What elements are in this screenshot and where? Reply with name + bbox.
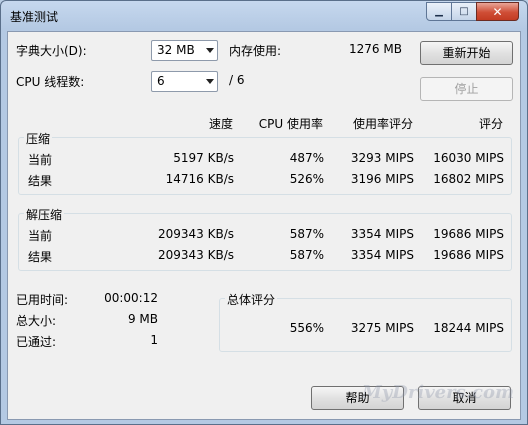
cpu-threads-value: 6 [157, 74, 165, 88]
benchmark-window: 基准测试 ▁ □ ✕ 字典大小(D): 32 MB 内存使用: 1276 MB … [0, 0, 528, 425]
passes-value: 1 [150, 333, 158, 347]
dict-size-select[interactable]: 32 MB [151, 40, 218, 61]
elapsed-time-value: 00:00:12 [104, 291, 158, 305]
window-controls: ▁ □ ✕ [426, 2, 519, 21]
compress-group: 压缩 当前 5197 KB/s 487% 3293 MIPS 16030 MIP… [18, 130, 512, 195]
chevron-down-icon [206, 48, 214, 53]
rating-value: 19686 MIPS [433, 227, 504, 241]
usage-rating-value: 3354 MIPS [350, 248, 414, 262]
decompress-title: 解压缩 [24, 206, 65, 223]
col-usage-rating: 使用率评分 [352, 117, 413, 131]
maximize-button[interactable]: □ [451, 2, 477, 21]
rating-value: 19686 MIPS [433, 248, 504, 262]
minimize-button[interactable]: ▁ [426, 2, 452, 21]
elapsed-time-label: 已用时间: [16, 293, 69, 307]
col-rating: 评分 [478, 117, 503, 131]
dict-size-label: 字典大小(D): [16, 44, 87, 58]
col-speed: 速度 [208, 117, 233, 131]
row-label: 结果 [28, 174, 53, 188]
close-icon: ✕ [492, 4, 503, 19]
cpu-threads-total: / 6 [229, 73, 245, 87]
speed-value: 5197 KB/s [173, 151, 234, 165]
total-size-value: 9 MB [127, 312, 158, 326]
total-usage-rating-value: 3275 MIPS [350, 321, 414, 335]
row-label: 当前 [28, 229, 53, 243]
total-rating-group: 总体评分 556% 3275 MIPS 18244 MIPS [219, 291, 512, 352]
dict-size-value: 32 MB [157, 43, 195, 57]
rating-value: 16802 MIPS [433, 172, 504, 186]
passes-label: 已通过: [16, 335, 57, 349]
title-bar[interactable]: 基准测试 ▁ □ ✕ [1, 1, 527, 31]
cpu-usage-value: 587% [289, 248, 324, 262]
memory-usage-label: 内存使用: [229, 44, 282, 58]
speed-value: 209343 KB/s [157, 248, 234, 262]
speed-value: 14716 KB/s [165, 172, 234, 186]
cpu-usage-value: 487% [289, 151, 324, 165]
usage-rating-value: 3293 MIPS [350, 151, 414, 165]
usage-rating-value: 3354 MIPS [350, 227, 414, 241]
total-rating-value: 18244 MIPS [433, 321, 504, 335]
maximize-icon: □ [459, 6, 469, 17]
watermark-logo: MyDrivers.com [361, 382, 514, 403]
window-title: 基准测试 [10, 10, 59, 24]
decompress-group: 解压缩 当前 209343 KB/s 587% 3354 MIPS 19686 … [18, 206, 512, 271]
cpu-threads-label: CPU 线程数: [16, 75, 85, 89]
cpu-threads-select[interactable]: 6 [151, 71, 218, 92]
memory-usage-value: 1276 MB [349, 42, 402, 56]
minimize-icon: ▁ [435, 6, 443, 17]
rating-value: 16030 MIPS [433, 151, 504, 165]
chevron-down-icon [206, 79, 214, 84]
cpu-usage-value: 526% [289, 172, 324, 186]
total-cpu-usage-value: 556% [289, 321, 324, 335]
dialog-body: 字典大小(D): 32 MB 内存使用: 1276 MB CPU 线程数: 6 … [7, 31, 521, 420]
total-size-label: 总大小: [16, 314, 57, 328]
row-label: 当前 [28, 153, 53, 167]
cpu-usage-value: 587% [289, 227, 324, 241]
speed-value: 209343 KB/s [157, 227, 234, 241]
stop-button[interactable]: 停止 [420, 77, 513, 101]
close-button[interactable]: ✕ [476, 2, 519, 21]
row-label: 结果 [28, 250, 53, 264]
total-rating-title: 总体评分 [225, 291, 278, 308]
compress-title: 压缩 [24, 130, 53, 147]
restart-button[interactable]: 重新开始 [420, 41, 513, 65]
usage-rating-value: 3196 MIPS [350, 172, 414, 186]
col-cpu-usage: CPU 使用率 [258, 117, 323, 131]
